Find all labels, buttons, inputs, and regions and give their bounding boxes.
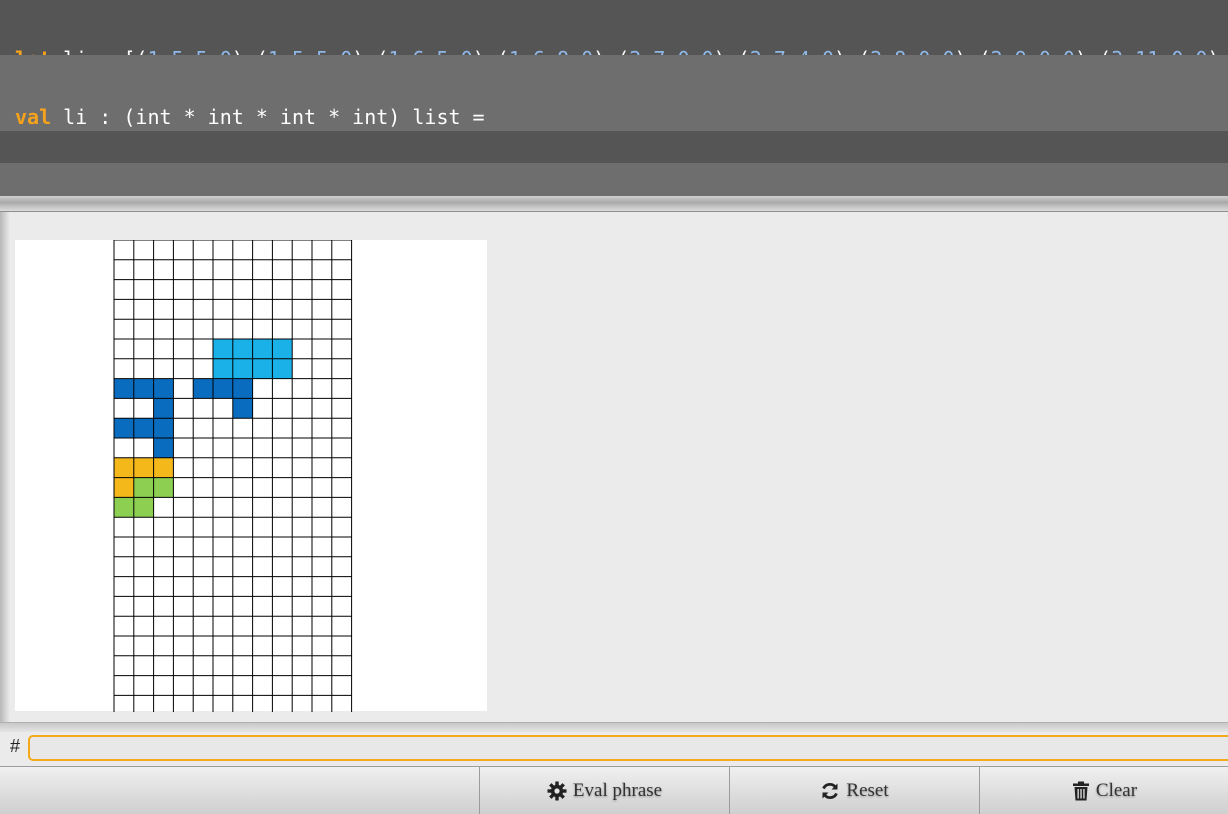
code-input-field[interactable] <box>28 735 1228 761</box>
refresh-icon <box>822 782 839 799</box>
tetris-filled-cell <box>114 378 134 399</box>
clear-button[interactable]: Clear <box>979 767 1228 814</box>
tetris-filled-cell <box>252 358 273 379</box>
console-history: let li = [(1,5,5,0);(1,5,5,0);(1,6,5,0);… <box>0 0 1228 271</box>
tetris-filled-cell <box>193 378 213 399</box>
code-output-block: val li : (int * int * int * int) list = … <box>0 55 1228 271</box>
prompt-row: # <box>0 732 1228 766</box>
tetris-filled-cell <box>153 418 174 438</box>
tetris-filled-cell <box>114 497 134 518</box>
code-text: li : (int * int * int * int) list = <box>51 105 485 129</box>
tetris-filled-cell <box>213 378 233 399</box>
tetris-filled-cell <box>153 457 174 478</box>
tetris-filled-cell <box>213 339 233 359</box>
tetris-filled-cell <box>153 477 174 498</box>
tetris-filled-cell <box>114 457 134 478</box>
tetris-filled-cell <box>232 339 253 359</box>
tetris-filled-cell <box>133 477 154 498</box>
prompt-symbol: # <box>10 736 21 756</box>
tetris-filled-cell <box>133 418 154 438</box>
tetris-filled-cell <box>272 339 293 359</box>
gear-icon <box>547 781 567 800</box>
tetris-filled-cell <box>232 398 253 419</box>
tetris-filled-cell <box>153 378 174 399</box>
tetris-filled-cell <box>114 477 134 498</box>
tetris-filled-cell <box>133 497 154 518</box>
tetris-filled-cell <box>153 398 174 419</box>
tetris-filled-cell <box>133 378 154 399</box>
tetris-filled-cell <box>272 358 293 379</box>
code-input-block: let i = (draw_tetris (gen_matrice li));; <box>0 131 1228 206</box>
eval-phrase-label: Eval phrase <box>572 779 663 801</box>
trash-icon <box>1072 781 1089 800</box>
clear-label: Clear <box>1095 779 1138 801</box>
tetris-grid <box>113 240 353 712</box>
tetris-filled-cell <box>133 457 154 478</box>
eval-phrase-button[interactable]: Eval phrase <box>479 767 729 814</box>
tetris-filled-cell <box>232 358 253 379</box>
tetris-filled-cell <box>114 418 134 438</box>
code-input-block: let li = [(1,5,5,0);(1,5,5,0);(1,6,5,0);… <box>0 0 1228 142</box>
code-line: val li : (int * int * int * int) list = <box>15 106 1228 129</box>
reset-button[interactable]: Reset <box>729 767 979 814</box>
toolbar: Eval phrase Reset Clear <box>0 766 1228 814</box>
tetris-filled-cell <box>153 438 174 458</box>
tetris-filled-cell <box>232 378 253 399</box>
code-keyword: val <box>15 105 52 129</box>
tetris-image <box>15 240 487 712</box>
resize-divider[interactable] <box>0 196 1228 212</box>
code-output-block: val i : Vg.image = <box>0 163 1228 239</box>
reset-label: Reset <box>846 779 889 801</box>
tetris-filled-cell <box>252 339 273 359</box>
tetris-filled-cell <box>213 358 233 379</box>
